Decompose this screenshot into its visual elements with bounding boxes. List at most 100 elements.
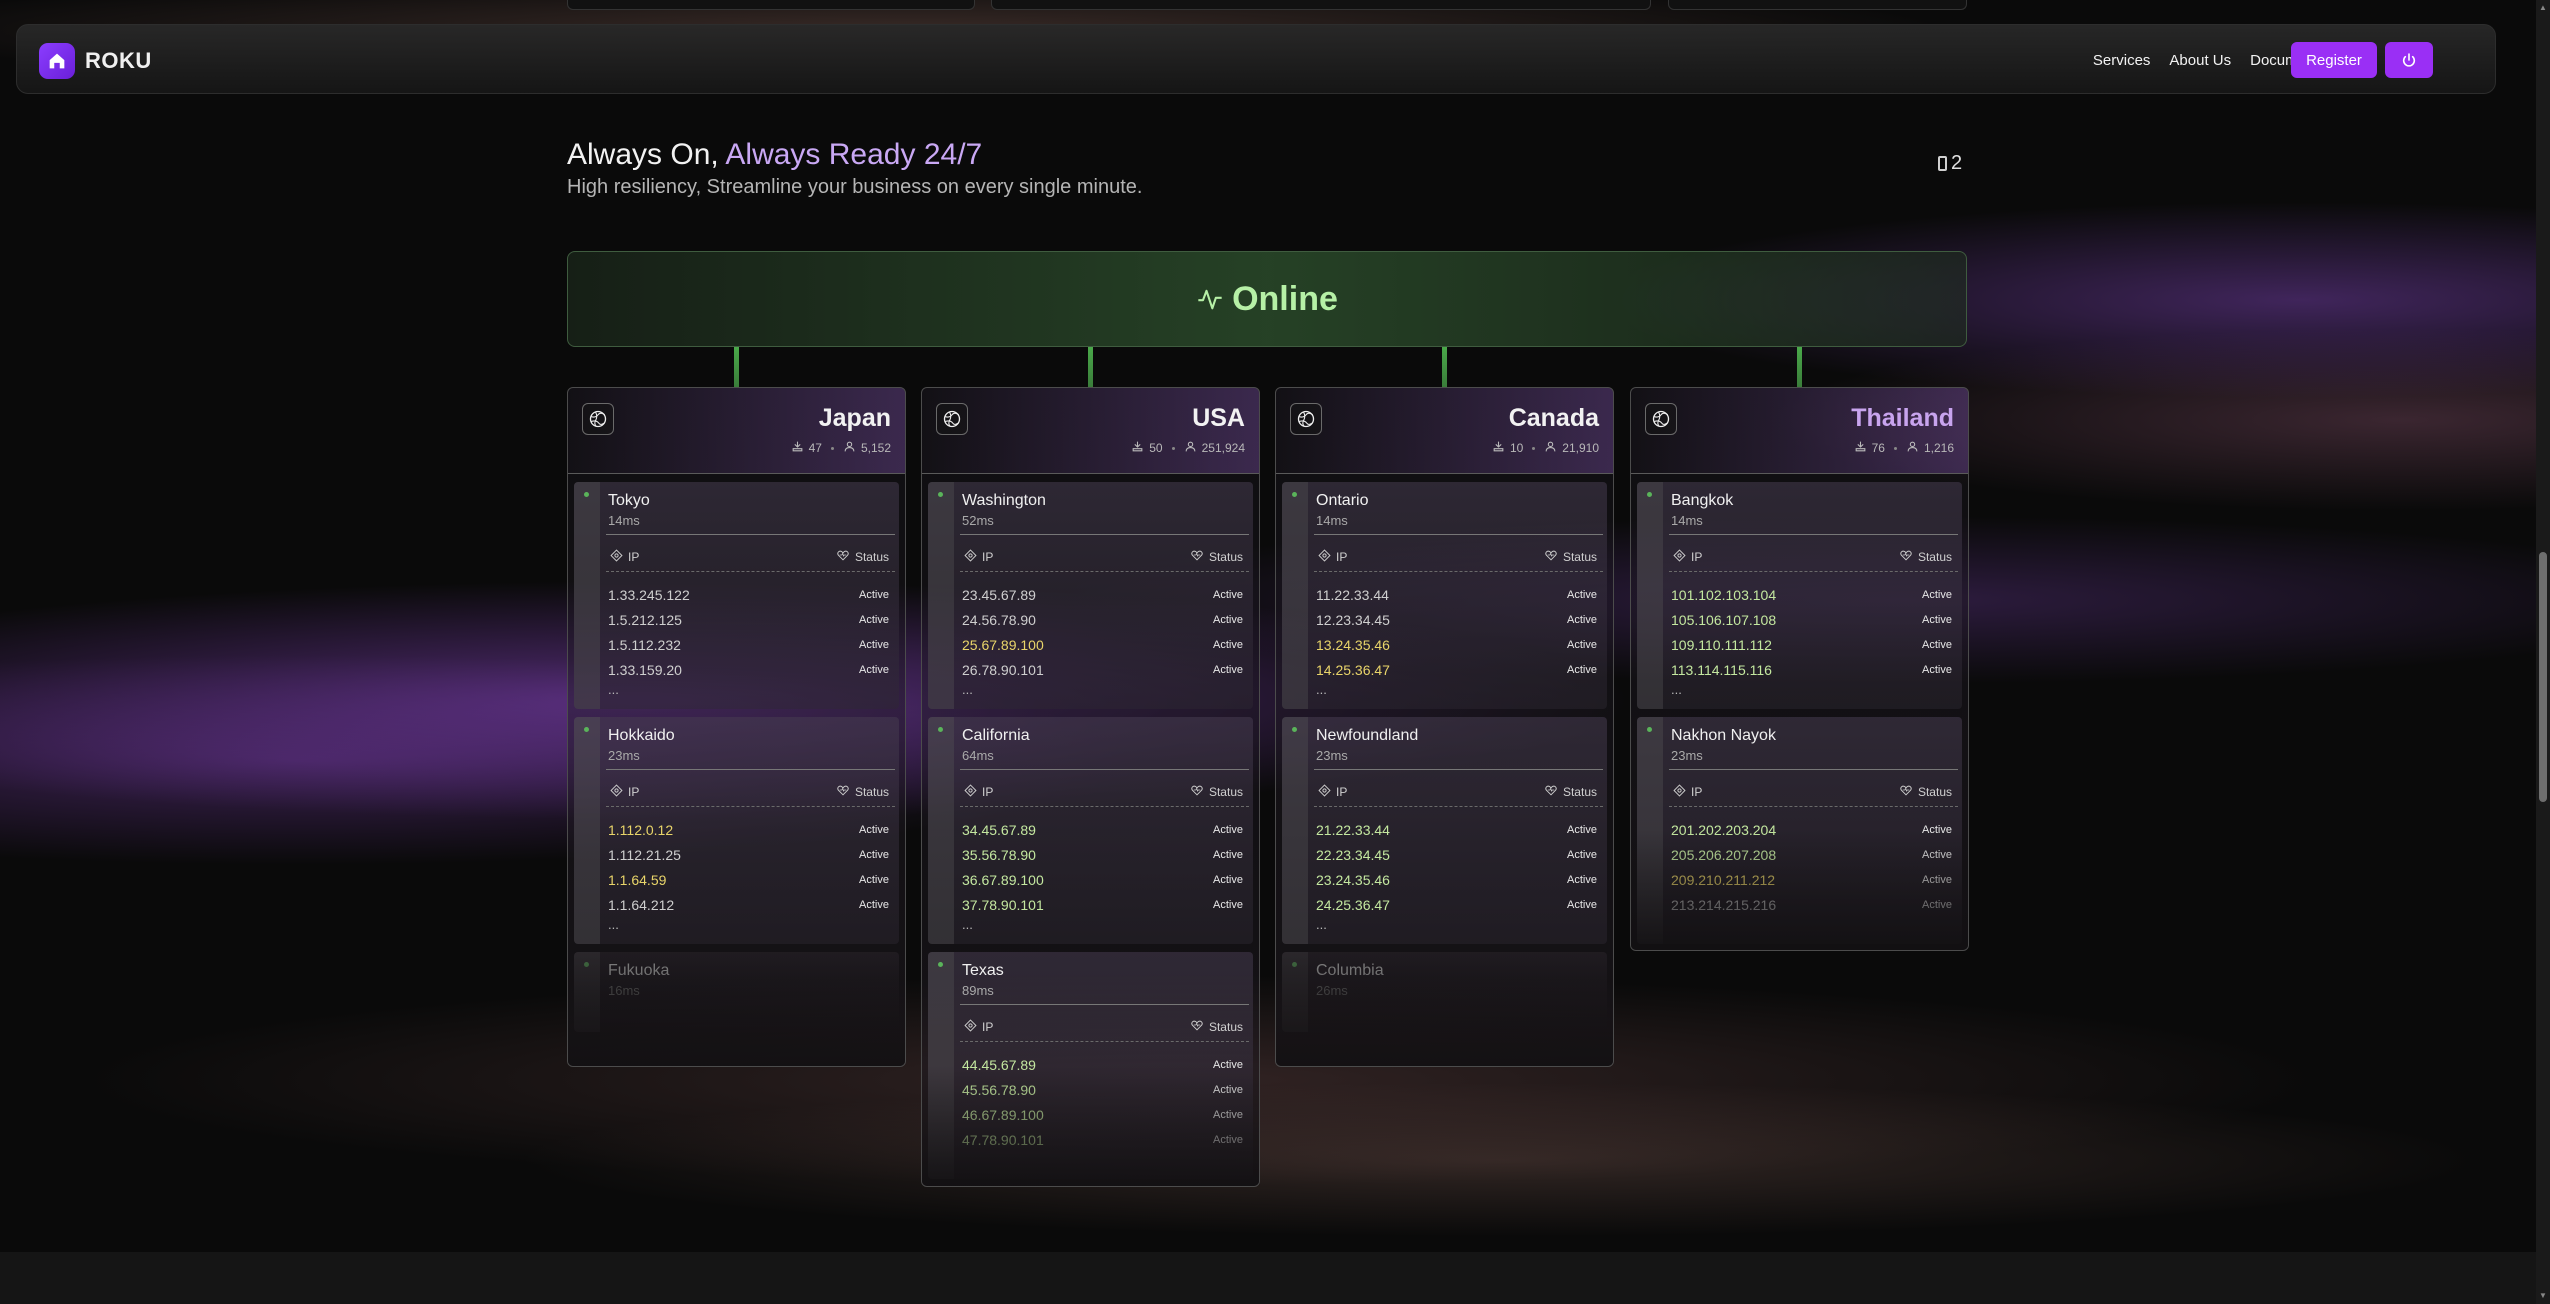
power-button[interactable]	[2385, 42, 2433, 78]
ip-column-header: IP	[964, 1019, 993, 1035]
status-led	[1292, 727, 1297, 732]
dashed-divider	[1669, 571, 1958, 572]
status-column-header: Status	[1544, 784, 1597, 800]
ip-row[interactable]: 1.33.245.122 Active	[608, 582, 889, 607]
city-card[interactable]: Washington 52ms IP Status 23.45.67.89 Active 2…	[928, 482, 1253, 709]
title-accent: Always Ready 24/7	[725, 138, 983, 171]
status-led	[584, 962, 589, 967]
nav-link-about-us[interactable]: About Us	[2169, 52, 2231, 69]
ip-row[interactable]: 105.106.107.108 Active	[1671, 607, 1952, 632]
scrollbar[interactable]: ▲ ▼	[2536, 0, 2550, 1304]
server-icon	[791, 440, 804, 456]
ip-address: 109.110.111.112	[1671, 636, 1772, 653]
ip-address: 23.24.35.46	[1316, 871, 1390, 888]
user-icon	[843, 440, 856, 456]
ip-row[interactable]: 25.67.89.100 Active	[962, 632, 1243, 657]
city-card[interactable]: Bangkok 14ms IP Status 101.102.103.104 Active…	[1637, 482, 1962, 709]
city-card[interactable]: California 64ms IP Status 34.45.67.89 Active 3…	[928, 717, 1253, 944]
user-count: 21,910	[1562, 441, 1599, 455]
ip-row[interactable]: 44.45.67.89 Active	[962, 1052, 1243, 1077]
status-column-header: Status	[1190, 549, 1243, 565]
ip-row[interactable]: 213.214.215.216 Active	[1671, 892, 1952, 917]
ip-row[interactable]: 101.102.103.104 Active	[1671, 582, 1952, 607]
city-ping: 26ms	[1316, 983, 1348, 998]
ip-row[interactable]: 113.114.115.116 Active	[1671, 657, 1952, 682]
ip-row[interactable]: 1.1.64.212 Active	[608, 892, 889, 917]
city-card[interactable]: Hokkaido 23ms IP Status 1.112.0.12 Active 1.11…	[574, 717, 899, 944]
nav-link-services[interactable]: Services	[2093, 52, 2151, 69]
globe-icon	[1645, 403, 1677, 435]
ip-row[interactable]: 1.5.212.125 Active	[608, 607, 889, 632]
ip-row[interactable]: 22.23.34.45 Active	[1316, 842, 1597, 867]
status-header-label: Status	[854, 785, 889, 799]
city-name: Texas	[962, 962, 1004, 979]
ip-row[interactable]: 47.78.90.101 Active	[962, 1127, 1243, 1152]
dashed-divider	[1314, 571, 1603, 572]
ip-row[interactable]: 205.206.207.208 Active	[1671, 842, 1952, 867]
ip-row[interactable]: 46.67.89.100 Active	[962, 1102, 1243, 1127]
ip-row[interactable]: 209.210.211.212 Active	[1671, 867, 1952, 892]
status-column-header: Status	[836, 784, 889, 800]
ip-row[interactable]: 109.110.111.112 Active	[1671, 632, 1952, 657]
divider	[960, 1004, 1249, 1005]
ip-address: 45.56.78.90	[962, 1081, 1036, 1098]
divider	[606, 769, 895, 770]
ip-icon	[964, 784, 977, 800]
ip-row[interactable]: 12.23.34.45 Active	[1316, 607, 1597, 632]
status-connector	[1088, 347, 1093, 387]
ip-status: Active	[859, 663, 889, 676]
ip-status: Active	[1213, 873, 1243, 886]
ip-row[interactable]: 1.5.112.232 Active	[608, 632, 889, 657]
ip-icon	[1673, 784, 1686, 800]
ip-address: 213.214.215.216	[1671, 896, 1777, 913]
ip-row[interactable]: 23.24.35.46 Active	[1316, 867, 1597, 892]
ip-row[interactable]: 11.22.33.44 Active	[1316, 582, 1597, 607]
ip-status: Active	[859, 588, 889, 601]
scroll-down-icon[interactable]: ▼	[2539, 1292, 2547, 1300]
status-column-header: Status	[1190, 1019, 1243, 1035]
ip-row[interactable]: 36.67.89.100 Active	[962, 867, 1243, 892]
ip-status: Active	[859, 613, 889, 626]
city-card[interactable]: Tokyo 14ms IP Status 1.33.245.122 Active 1.5.2…	[574, 482, 899, 709]
ip-row[interactable]: 23.45.67.89 Active	[962, 582, 1243, 607]
city-name: Bangkok	[1671, 492, 1734, 509]
ip-row[interactable]: 37.78.90.101 Active	[962, 892, 1243, 917]
ip-row[interactable]: 35.56.78.90 Active	[962, 842, 1243, 867]
city-card[interactable]: Ontario 14ms IP Status 11.22.33.44 Active 12.2…	[1282, 482, 1607, 709]
scroll-thumb[interactable]	[2539, 552, 2547, 802]
city-card[interactable]: Newfoundland 23ms IP Status 21.22.33.44 Activ…	[1282, 717, 1607, 944]
ip-row[interactable]: 45.56.78.90 Active	[962, 1077, 1243, 1102]
brand-logo[interactable]: ROKU	[39, 43, 152, 79]
ip-row[interactable]: 26.78.90.101 Active	[962, 657, 1243, 682]
ip-row[interactable]: 13.24.35.46 Active	[1316, 632, 1597, 657]
page-counter: 2	[1938, 152, 1962, 175]
more-indicator: ...	[1671, 682, 1682, 697]
ip-status: Active	[1567, 613, 1597, 626]
ip-row[interactable]: 21.22.33.44 Active	[1316, 817, 1597, 842]
ip-row[interactable]: 34.45.67.89 Active	[962, 817, 1243, 842]
server-count: 50	[1149, 441, 1163, 455]
ip-row[interactable]: 1.112.0.12 Active	[608, 817, 889, 842]
ip-address: 11.22.33.44	[1316, 586, 1389, 603]
ip-row[interactable]: 24.56.78.90 Active	[962, 607, 1243, 632]
city-card[interactable]: Texas 89ms IP Status 44.45.67.89 Active 45.56.…	[928, 952, 1253, 1179]
city-card-faded[interactable]: Fukuoka 16ms	[574, 952, 899, 1032]
city-card-faded[interactable]: Columbia 26ms	[1282, 952, 1607, 1032]
ip-row[interactable]: 1.33.159.20 Active	[608, 657, 889, 682]
ip-row[interactable]: 1.1.64.59 Active	[608, 867, 889, 892]
city-card[interactable]: Nakhon Nayok 23ms IP Status 201.202.203.204 A…	[1637, 717, 1962, 944]
scroll-up-icon[interactable]: ▲	[2539, 4, 2547, 12]
register-button[interactable]: Register	[2291, 42, 2377, 78]
top-card-edge	[1668, 0, 1967, 10]
ip-row[interactable]: 1.112.21.25 Active	[608, 842, 889, 867]
ip-header-label: IP	[628, 785, 640, 799]
ip-row[interactable]: 201.202.203.204 Active	[1671, 817, 1952, 842]
heartbeat-icon	[1190, 549, 1204, 565]
ip-list: 44.45.67.89 Active 45.56.78.90 Active 46.67.…	[962, 1052, 1243, 1152]
city-ping: 89ms	[962, 983, 994, 998]
ip-column-header: IP	[964, 784, 993, 800]
city-name: Newfoundland	[1316, 727, 1419, 744]
ip-status: Active	[1213, 848, 1243, 861]
ip-row[interactable]: 24.25.36.47 Active	[1316, 892, 1597, 917]
ip-row[interactable]: 14.25.36.47 Active	[1316, 657, 1597, 682]
